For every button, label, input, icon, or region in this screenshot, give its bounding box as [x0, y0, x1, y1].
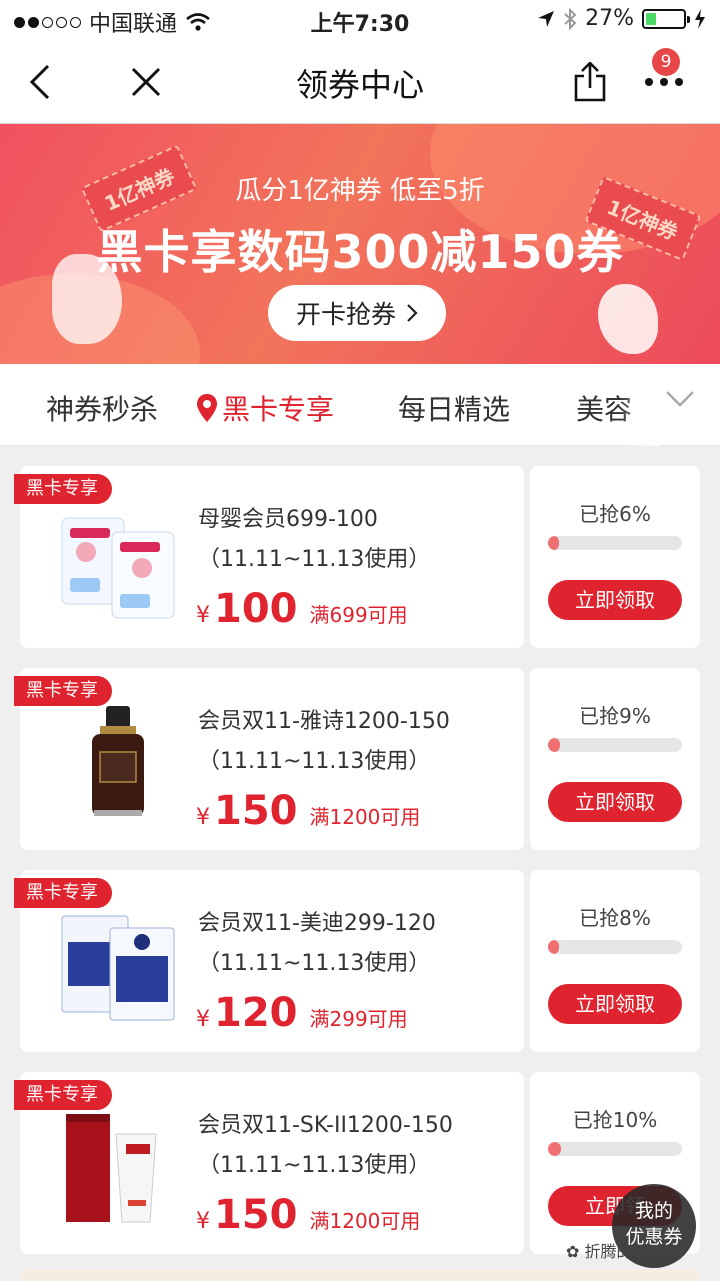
- coupon-info[interactable]: 黑卡专享 母婴会员699-100（11.11~11.13使用） ¥ 100 满6…: [14, 466, 524, 648]
- more-dots-icon: [645, 78, 683, 86]
- face-mask-box-icon: [61, 915, 175, 1021]
- coupon-amount: 120: [214, 990, 298, 1036]
- claimed-percent: 已抢8%: [579, 906, 651, 930]
- claim-button[interactable]: 立即领取: [548, 782, 682, 822]
- next-coupon-card: [20, 1270, 700, 1281]
- currency-symbol: ¥: [196, 603, 210, 628]
- coupon-info[interactable]: 黑卡专享 会员双11-美迪299-120（11.11~11.13使用） ¥ 12…: [14, 870, 524, 1052]
- currency-symbol: ¥: [196, 1007, 210, 1032]
- banner-subtitle: 瓜分1亿神券 低至5折: [235, 176, 485, 206]
- my-coupons-label-1: 我的: [634, 1200, 673, 1222]
- tab-black-card-label: 黑卡专享: [222, 393, 335, 426]
- coupon-info[interactable]: 黑卡专享 会员双11-SK-II1200-150（11.11~11.13使用） …: [14, 1072, 524, 1254]
- coupon-price: ¥ 150 满1200可用: [196, 1192, 420, 1238]
- coupon-amount: 100: [214, 586, 298, 632]
- tab-flash-coupons[interactable]: 神券秒杀: [46, 388, 158, 428]
- expand-tabs-button[interactable]: [665, 390, 695, 412]
- coupon-claim-panel: 已抢8% 立即领取: [530, 870, 700, 1052]
- coupon-title: 母婴会员699-100（11.11~11.13使用）: [198, 507, 431, 572]
- claim-button[interactable]: 立即领取: [548, 984, 682, 1024]
- share-button[interactable]: [566, 58, 614, 106]
- open-card-button[interactable]: 开卡抢券: [268, 285, 446, 341]
- coupon-condition: 满299可用: [309, 1007, 408, 1031]
- claimed-percent: 已抢10%: [572, 1108, 658, 1132]
- charging-icon: [695, 8, 705, 29]
- claim-progress-bar: [548, 738, 682, 752]
- coupon-title: 会员双11-美迪299-120（11.11~11.13使用）: [198, 911, 436, 976]
- serum-bottle-icon: [92, 706, 144, 816]
- coupon-price: ¥ 150 满1200可用: [196, 788, 420, 834]
- tab-daily-picks[interactable]: 每日精选: [398, 388, 510, 428]
- battery-percent: 27%: [585, 6, 634, 31]
- wechat-icon: ✿: [566, 1242, 585, 1261]
- battery-icon: [642, 8, 690, 29]
- nav-bar: 领券中心 9: [0, 40, 720, 124]
- notification-badge: 9: [652, 48, 680, 76]
- bluetooth-icon: [564, 7, 577, 30]
- coupon-condition: 满1200可用: [309, 1209, 421, 1233]
- banner-headline: 黑卡享数码300减150券: [96, 225, 624, 279]
- coupon-price: ¥ 100 满699可用: [196, 586, 408, 632]
- location-arrow-icon: [538, 10, 555, 27]
- coupon-condition: 满1200可用: [309, 805, 421, 829]
- currency-symbol: ¥: [196, 805, 210, 830]
- claim-progress-bar: [548, 536, 682, 550]
- coupon-info[interactable]: 黑卡专享 会员双11-雅诗1200-150（11.11~11.13使用） ¥ 1…: [14, 668, 524, 850]
- claim-progress-bar: [548, 1142, 682, 1156]
- chevron-right-icon: [407, 304, 418, 322]
- tab-black-card[interactable]: 黑卡专享: [196, 388, 334, 428]
- coupon-amount: 150: [214, 1192, 298, 1238]
- category-tabs: 神券秒杀 黑卡专享 每日精选 美容: [0, 364, 720, 446]
- claimed-percent: 已抢9%: [579, 704, 651, 728]
- claim-progress-bar: [548, 940, 682, 954]
- share-icon: [574, 62, 606, 102]
- coupon-title: 会员双11-SK-II1200-150（11.11~11.13使用）: [198, 1113, 453, 1178]
- watermark-text: 折腾的Emma: [584, 1242, 684, 1261]
- coupon-card: 黑卡专享 会员双11-雅诗1200-150（11.11~11.13使用） ¥ 1…: [14, 668, 700, 850]
- skincare-set-icon: [66, 1114, 157, 1223]
- claim-button[interactable]: 立即领取: [548, 580, 682, 620]
- open-card-label: 开卡抢券: [295, 300, 396, 329]
- coupon-amount: 150: [214, 788, 298, 834]
- coupon-claim-panel: 已抢9% 立即领取: [530, 668, 700, 850]
- coupon-claim-panel: 已抢6% 立即领取: [530, 466, 700, 648]
- coupon-condition: 满699可用: [309, 603, 408, 627]
- more-button[interactable]: 9: [640, 48, 688, 106]
- coupon-card: 黑卡专享 会员双11-美迪299-120（11.11~11.13使用） ¥ 12…: [14, 870, 700, 1052]
- promo-banner[interactable]: 1亿神券 1亿神券 瓜分1亿神券 低至5折 黑卡享数码300减150券 开卡抢券: [0, 124, 720, 364]
- diaper-pack-icon: [61, 517, 175, 619]
- chevron-down-icon: [666, 391, 694, 407]
- coupon-card: 黑卡专享 母婴会员699-100（11.11~11.13使用） ¥ 100 满6…: [14, 466, 700, 648]
- coupon-card: 黑卡专享 会员双11-SK-II1200-150（11.11~11.13使用） …: [14, 1072, 700, 1254]
- watermark: ✿ 折腾的Emma: [566, 1238, 684, 1262]
- location-pin-icon: [197, 394, 217, 422]
- coupon-title: 会员双11-雅诗1200-150（11.11~11.13使用）: [198, 709, 450, 774]
- currency-symbol: ¥: [196, 1209, 210, 1234]
- coupon-price: ¥ 120 满299可用: [196, 990, 408, 1036]
- claimed-percent: 已抢6%: [579, 502, 651, 526]
- status-bar: 中国联通 上午7:30 27%: [0, 0, 720, 40]
